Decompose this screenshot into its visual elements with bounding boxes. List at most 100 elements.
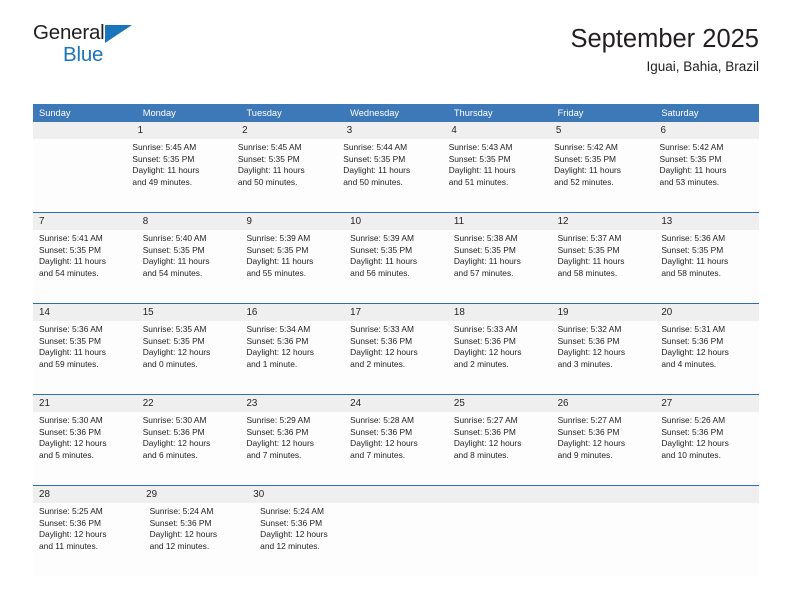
day-detail-line: Daylight: 11 hours xyxy=(659,165,727,176)
title-block: September 2025 Iguai, Bahia, Brazil xyxy=(570,24,759,77)
day-number[interactable]: 4 xyxy=(445,122,550,139)
day-detail-line: and 6 minutes. xyxy=(142,449,198,460)
day-cell[interactable]: Sunrise: 5:32 AM Sunset: 5:36 PM Daylight:… xyxy=(552,321,656,394)
day-detail-line: Sunrise: 5:27 AM xyxy=(557,415,622,425)
day-cell[interactable]: Sunrise: 5:30 AM Sunset: 5:36 PM Daylight:… xyxy=(33,412,137,485)
day-detail-line: and 12 minutes. xyxy=(149,540,210,551)
day-cell[interactable]: Sunrise: 5:29 AM Sunset: 5:36 PM Daylight:… xyxy=(240,412,344,485)
day-detail-line: Daylight: 11 hours xyxy=(350,256,418,267)
day-cell[interactable]: Sunrise: 5:39 AM Sunset: 5:35 PM Daylight:… xyxy=(344,230,448,303)
day-cell[interactable]: Sunrise: 5:34 AM Sunset: 5:36 PM Daylight:… xyxy=(240,321,344,394)
day-cell[interactable]: Sunrise: 5:37 AM Sunset: 5:35 PM Daylight:… xyxy=(552,230,656,303)
day-detail-line: and 7 minutes. xyxy=(246,449,302,460)
day-cell[interactable]: Sunrise: 5:42 AM Sunset: 5:35 PM Daylight:… xyxy=(654,139,759,212)
day-number[interactable]: 26 xyxy=(552,395,656,412)
week-daynumber-band: 123456 xyxy=(33,122,759,139)
day-number[interactable]: 28 xyxy=(33,486,140,503)
day-detail-line: and 54 minutes. xyxy=(39,267,99,278)
day-detail-line: and 10 minutes. xyxy=(661,449,721,460)
day-number[interactable]: 3 xyxy=(341,122,446,139)
day-detail-line: and 51 minutes. xyxy=(448,176,509,187)
day-number[interactable]: 6 xyxy=(654,122,759,139)
day-cell[interactable]: Sunrise: 5:35 AM Sunset: 5:35 PM Daylight:… xyxy=(137,321,241,394)
day-cell[interactable]: Sunrise: 5:38 AM Sunset: 5:35 PM Daylight:… xyxy=(448,230,552,303)
day-cell[interactable]: Sunrise: 5:42 AM Sunset: 5:35 PM Daylight:… xyxy=(548,139,653,212)
calendar-weeks: 1 2 3 4 5 6 Sunrise: 5:45 AM Sunset: 5:35 PM Day… xyxy=(33,122,759,576)
day-detail-line: Sunset: 5:36 PM xyxy=(260,517,323,528)
day-cell[interactable]: Sunrise: 5:36 AM Sunset: 5:35 PM Daylight:… xyxy=(33,321,137,394)
day-number[interactable]: 11 xyxy=(448,213,552,230)
day-number[interactable]: 5 xyxy=(550,122,655,139)
day-detail-line: Sunset: 5:35 PM xyxy=(343,153,406,164)
day-detail-line: and 0 minutes. xyxy=(142,358,198,369)
day-number[interactable]: 7 xyxy=(33,213,137,230)
day-detail-line: Daylight: 11 hours xyxy=(132,165,200,176)
day-detail-line: Daylight: 11 hours xyxy=(453,256,521,267)
day-number[interactable]: 9 xyxy=(240,213,344,230)
day-number[interactable]: 14 xyxy=(33,304,137,321)
day-number[interactable]: 22 xyxy=(137,395,241,412)
day-cell[interactable]: Sunrise: 5:30 AM Sunset: 5:36 PM Daylight:… xyxy=(137,412,241,485)
day-detail-line: Sunset: 5:36 PM xyxy=(39,517,101,528)
day-cell[interactable]: Sunrise: 5:43 AM Sunset: 5:35 PM Daylight:… xyxy=(443,139,548,212)
weekday-header-monday: Monday xyxy=(142,108,176,118)
day-number[interactable]: 13 xyxy=(655,213,759,230)
day-cell[interactable]: Sunrise: 5:24 AM Sunset: 5:36 PM Daylight:… xyxy=(254,503,365,576)
day-number[interactable]: 30 xyxy=(247,486,354,503)
day-number[interactable]: 16 xyxy=(240,304,344,321)
day-number[interactable]: 12 xyxy=(552,213,656,230)
day-cell[interactable]: Sunrise: 5:31 AM Sunset: 5:36 PM Daylight:… xyxy=(655,321,759,394)
day-cell[interactable]: Sunrise: 5:33 AM Sunset: 5:36 PM Daylight:… xyxy=(448,321,552,394)
day-detail-line: and 2 minutes. xyxy=(453,358,509,369)
day-detail-line: Daylight: 12 hours xyxy=(557,438,626,449)
day-detail-line: and 50 minutes. xyxy=(237,176,298,187)
day-detail-line: and 9 minutes. xyxy=(557,449,613,460)
day-cell[interactable]: Sunrise: 5:44 AM Sunset: 5:35 PM Daylight:… xyxy=(337,139,442,212)
day-cell[interactable]: Sunrise: 5:28 AM Sunset: 5:36 PM Daylight:… xyxy=(344,412,448,485)
day-number[interactable]: 24 xyxy=(344,395,448,412)
day-detail-line: Sunset: 5:36 PM xyxy=(453,335,516,346)
day-number[interactable]: 1 xyxy=(132,122,237,139)
day-cell[interactable]: Sunrise: 5:41 AM Sunset: 5:35 PM Daylight:… xyxy=(33,230,137,303)
day-detail-line: Daylight: 11 hours xyxy=(39,256,106,267)
day-cell[interactable]: Sunrise: 5:36 AM Sunset: 5:35 PM Daylight:… xyxy=(655,230,759,303)
day-number[interactable]: 27 xyxy=(655,395,759,412)
day-number[interactable]: 23 xyxy=(240,395,344,412)
day-cell[interactable]: Sunrise: 5:26 AM Sunset: 5:36 PM Daylight:… xyxy=(655,412,759,485)
day-cell[interactable]: Sunrise: 5:45 AM Sunset: 5:35 PM Daylight:… xyxy=(126,139,231,212)
day-detail-line: Daylight: 12 hours xyxy=(39,438,107,449)
day-detail-line: Sunrise: 5:39 AM xyxy=(350,233,414,243)
day-detail-line: Daylight: 12 hours xyxy=(246,347,314,358)
day-number-empty xyxy=(557,486,658,503)
day-number[interactable]: 21 xyxy=(33,395,137,412)
day-cell[interactable]: Sunrise: 5:24 AM Sunset: 5:36 PM Daylight:… xyxy=(144,503,255,576)
generalblue-logo[interactable]: General Blue xyxy=(33,22,253,72)
day-detail-line: Sunset: 5:36 PM xyxy=(149,517,212,528)
day-number[interactable]: 10 xyxy=(344,213,448,230)
day-number[interactable]: 20 xyxy=(655,304,759,321)
week-content-band: Sunrise: 5:45 AM Sunset: 5:35 PM Daylight:… xyxy=(33,139,759,212)
day-cell[interactable]: Sunrise: 5:25 AM Sunset: 5:36 PM Daylight:… xyxy=(33,503,144,576)
day-number[interactable]: 17 xyxy=(344,304,448,321)
day-number[interactable]: 2 xyxy=(236,122,341,139)
day-detail-line: Sunset: 5:36 PM xyxy=(350,426,413,437)
day-cell[interactable]: Sunrise: 5:27 AM Sunset: 5:36 PM Daylight:… xyxy=(448,412,552,485)
day-number-empty xyxy=(658,486,759,503)
day-number[interactable]: 19 xyxy=(552,304,656,321)
day-cell[interactable]: Sunrise: 5:40 AM Sunset: 5:35 PM Daylight:… xyxy=(137,230,241,303)
day-cell[interactable]: Sunrise: 5:45 AM Sunset: 5:35 PM Daylight:… xyxy=(232,139,337,212)
page-header: General Blue September 2025 Iguai, Bahia… xyxy=(33,0,759,75)
day-number[interactable]: 8 xyxy=(137,213,241,230)
day-number[interactable]: 29 xyxy=(140,486,247,503)
day-detail-line: Sunrise: 5:27 AM xyxy=(453,415,518,425)
week-content-band: Sunrise: 5:30 AM Sunset: 5:36 PM Daylight:… xyxy=(33,412,759,485)
day-cell[interactable]: Sunrise: 5:27 AM Sunset: 5:36 PM Daylight:… xyxy=(552,412,656,485)
day-number[interactable]: 18 xyxy=(448,304,552,321)
day-cell[interactable]: Sunrise: 5:33 AM Sunset: 5:36 PM Daylight:… xyxy=(344,321,448,394)
day-number[interactable]: 15 xyxy=(137,304,241,321)
day-number[interactable]: 25 xyxy=(448,395,552,412)
day-cell[interactable]: Sunrise: 5:39 AM Sunset: 5:35 PM Daylight:… xyxy=(240,230,344,303)
week-daynumber-band: 14 15 16 17 18 19 20 xyxy=(33,304,759,321)
weekday-header-tuesday: Tuesday xyxy=(246,108,282,118)
day-detail-line: Sunrise: 5:25 AM xyxy=(39,506,103,516)
